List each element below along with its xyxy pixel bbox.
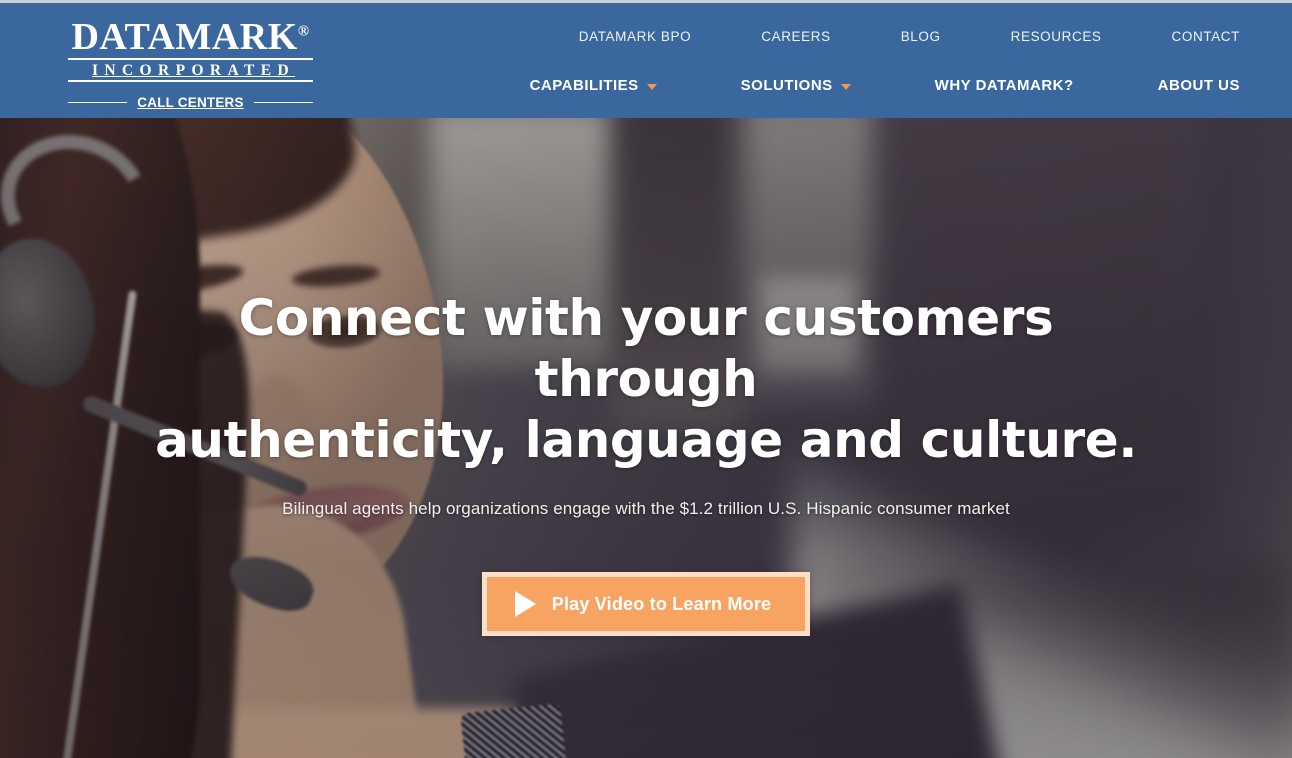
hero-headline-line-1: Connect with your customers through — [238, 289, 1054, 408]
main-nav-item-solutions[interactable]: SOLUTIONS — [699, 72, 893, 99]
utility-nav-item-datamark-bpo[interactable]: DATAMARK BPO — [544, 25, 726, 48]
page-root: DATAMARK® INCORPORATED CALL CENTERS DATA… — [0, 0, 1292, 758]
site-logo[interactable]: DATAMARK® INCORPORATED CALL CENTERS — [68, 17, 313, 110]
utility-nav-item-contact[interactable]: CONTACT — [1137, 25, 1258, 48]
play-video-button-label: Play Video to Learn More — [551, 593, 772, 614]
main-nav-item-about-us[interactable]: ABOUT US — [1116, 72, 1258, 99]
utility-nav-item-blog[interactable]: BLOG — [866, 25, 976, 48]
top-rule-divider — [0, 0, 1292, 3]
utility-nav-item-careers[interactable]: CAREERS — [726, 25, 865, 48]
main-nav-label-solutions: SOLUTIONS — [740, 77, 833, 94]
hero-headline-line-2: authenticity, language and culture. — [155, 411, 1137, 469]
play-triangle-icon — [514, 591, 536, 617]
logo-tagline: CALL CENTERS — [137, 95, 244, 110]
tagline-dash-left — [68, 101, 128, 104]
hero-content: Connect with your customers through auth… — [0, 118, 1292, 758]
utility-nav-item-resources[interactable]: RESOURCES — [976, 25, 1137, 48]
chevron-down-icon — [840, 83, 851, 90]
logo-rule-bottom — [68, 80, 313, 82]
logo-tagline-row: CALL CENTERS — [68, 95, 313, 110]
hero-section: Connect with your customers through auth… — [0, 118, 1292, 758]
registered-trademark-icon: ® — [297, 23, 310, 40]
tagline-dash-right — [253, 101, 313, 104]
main-nav-item-why-datamark[interactable]: WHY DATAMARK? — [893, 72, 1116, 99]
chevron-down-icon — [646, 83, 657, 90]
main-nav-label-about-us: ABOUT US — [1157, 77, 1240, 94]
main-nav-label-capabilities: CAPABILITIES — [529, 77, 639, 94]
logo-subtitle: INCORPORATED — [91, 62, 296, 79]
main-nav: CAPABILITIES SOLUTIONS WHY DATAMARK? ABO… — [488, 72, 1258, 99]
main-nav-label-why-datamark: WHY DATAMARK? — [934, 77, 1074, 94]
site-header: DATAMARK® INCORPORATED CALL CENTERS DATA… — [0, 3, 1292, 118]
play-video-button[interactable]: Play Video to Learn More — [481, 572, 811, 636]
hero-subheadline: Bilingual agents help organizations enga… — [282, 499, 1010, 518]
utility-nav: DATAMARK BPO CAREERS BLOG RESOURCES CONT… — [544, 25, 1258, 48]
main-nav-item-capabilities[interactable]: CAPABILITIES — [488, 72, 699, 99]
hero-headline: Connect with your customers through auth… — [151, 288, 1141, 471]
logo-rule-top — [68, 58, 313, 60]
logo-brand-name: DATAMARK — [71, 16, 298, 58]
logo-wordmark: DATAMARK® — [71, 17, 309, 57]
